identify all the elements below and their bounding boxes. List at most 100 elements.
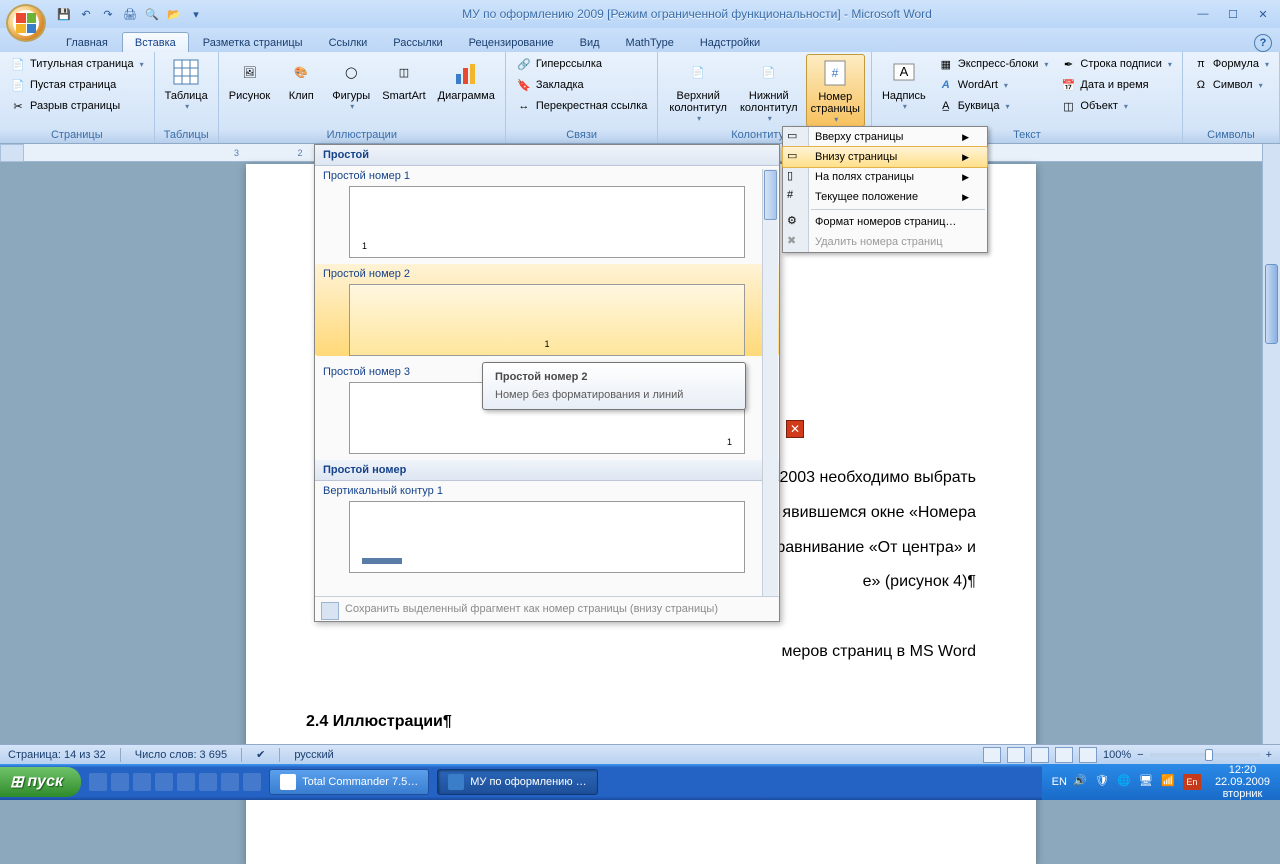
picture-button[interactable]: 🖼Рисунок xyxy=(225,54,275,104)
gallery-scroll-thumb[interactable] xyxy=(764,170,777,220)
tab-mailings[interactable]: Рассылки xyxy=(381,33,454,52)
smartart-icon: ◫ xyxy=(388,56,420,88)
page-number-button[interactable]: #Номер страницы▾ xyxy=(806,54,865,127)
vertical-scrollbar[interactable] xyxy=(1262,144,1280,744)
close-button[interactable]: ✕ xyxy=(1250,6,1276,22)
tray-icon-1[interactable]: 🔊 xyxy=(1073,774,1089,790)
ql-icon-8[interactable] xyxy=(243,773,261,791)
chart-button[interactable]: Диаграмма xyxy=(434,54,499,104)
shapes-button[interactable]: ◯Фигуры▾ xyxy=(328,54,374,113)
preview-icon[interactable]: 🔍 xyxy=(144,6,160,22)
view-print-layout-button[interactable] xyxy=(983,747,1001,763)
view-web-button[interactable] xyxy=(1031,747,1049,763)
footer-button[interactable]: 📄Нижний колонтитул▾ xyxy=(736,54,802,125)
tab-addins[interactable]: Надстройки xyxy=(688,33,772,52)
menu-bottom-of-page[interactable]: ▭Внизу страницы▶ xyxy=(782,146,988,168)
ql-icon-4[interactable] xyxy=(155,773,173,791)
help-button[interactable]: ? xyxy=(1254,34,1272,52)
tab-references[interactable]: Ссылки xyxy=(317,33,380,52)
cover-page-button[interactable]: 📄Титульная страница▾ xyxy=(6,54,148,74)
save-icon[interactable]: 💾 xyxy=(56,6,72,22)
ruler-corner[interactable] xyxy=(0,144,24,162)
tab-home[interactable]: Главная xyxy=(54,33,120,52)
gallery-item-vertical-1[interactable]: Вертикальный контур 1 xyxy=(315,481,779,573)
tab-review[interactable]: Рецензирование xyxy=(457,33,566,52)
table-button[interactable]: Таблица▾ xyxy=(161,54,212,113)
open-icon[interactable]: 📂 xyxy=(166,6,182,22)
page-bottom-icon: ▭ xyxy=(787,149,805,165)
crossref-button[interactable]: ↔Перекрестная ссылка xyxy=(512,96,652,116)
zoom-in-button[interactable]: + xyxy=(1266,749,1272,761)
tray-icon-4[interactable]: 🖥 xyxy=(1139,774,1155,790)
view-outline-button[interactable] xyxy=(1055,747,1073,763)
bookmark-button[interactable]: 🔖Закладка xyxy=(512,75,652,95)
gallery-item-plain-2[interactable]: Простой номер 2 1 xyxy=(315,264,779,356)
gallery-scrollbar[interactable] xyxy=(762,169,778,597)
tray-icon-5[interactable]: 📶 xyxy=(1161,774,1177,790)
zoom-slider[interactable] xyxy=(1150,753,1260,757)
gallery-item-plain-1[interactable]: Простой номер 1 1 xyxy=(315,166,779,258)
view-draft-button[interactable] xyxy=(1079,747,1097,763)
minimize-button[interactable]: — xyxy=(1190,6,1216,22)
header-button[interactable]: 📄Верхний колонтитул▾ xyxy=(664,54,732,125)
status-page[interactable]: Страница: 14 из 32 xyxy=(8,749,106,761)
zoom-out-button[interactable]: − xyxy=(1137,749,1143,761)
blank-page-button[interactable]: 📄Пустая страница xyxy=(6,75,148,95)
ql-icon-5[interactable] xyxy=(177,773,195,791)
view-fullscreen-button[interactable] xyxy=(1007,747,1025,763)
status-language[interactable]: русский xyxy=(294,749,333,761)
qat-more-icon[interactable]: ▾ xyxy=(188,6,204,22)
menu-page-margins[interactable]: ▯На полях страницы▶ xyxy=(783,167,987,187)
hyperlink-button[interactable]: 🔗Гиперссылка xyxy=(512,54,652,74)
page-break-button[interactable]: ✂Разрыв страницы xyxy=(6,96,148,116)
office-button[interactable] xyxy=(6,4,46,42)
signature-line-button[interactable]: ✒Строка подписи▾ xyxy=(1056,54,1175,74)
tab-mathtype[interactable]: MathType xyxy=(614,33,686,52)
symbol-button[interactable]: ΩСимвол▾ xyxy=(1189,75,1273,95)
wordart-icon: A xyxy=(938,77,954,93)
zoom-slider-handle[interactable] xyxy=(1205,749,1213,761)
textbox-button[interactable]: AНадпись▾ xyxy=(878,54,930,113)
menu-current-position[interactable]: #Текущее положение▶ xyxy=(783,187,987,207)
ribbon-tabs: Главная Вставка Разметка страницы Ссылки… xyxy=(0,28,1280,52)
tab-insert[interactable]: Вставка xyxy=(122,32,189,52)
ql-icon-7[interactable] xyxy=(221,773,239,791)
ql-icon-6[interactable] xyxy=(199,773,217,791)
start-button[interactable]: ⊞пуск xyxy=(0,767,81,797)
tray-lang-text[interactable]: EN xyxy=(1052,776,1067,788)
shapes-icon: ◯ xyxy=(335,56,367,88)
tray-icon-3[interactable]: 🌐 xyxy=(1117,774,1133,790)
tray-lang-badge[interactable]: En xyxy=(1183,774,1201,790)
group-illustrations-label: Иллюстрации xyxy=(225,127,499,143)
object-button[interactable]: ◫Объект▾ xyxy=(1056,96,1175,116)
smartart-button[interactable]: ◫SmartArt xyxy=(378,54,429,104)
maximize-button[interactable]: ☐ xyxy=(1220,6,1246,22)
equation-button[interactable]: πФормула▾ xyxy=(1189,54,1273,74)
ql-icon-3[interactable] xyxy=(133,773,151,791)
print-icon[interactable]: 🖨 xyxy=(122,6,138,22)
quickparts-button[interactable]: ▦Экспресс-блоки▾ xyxy=(934,54,1053,74)
menu-format-page-numbers[interactable]: ⚙Формат номеров страниц… xyxy=(783,212,987,232)
taskbar-task-word[interactable]: МУ по оформлению … xyxy=(437,769,597,795)
scroll-thumb[interactable] xyxy=(1265,264,1278,344)
gallery-save-selection[interactable]: Сохранить выделенный фрагмент как номер … xyxy=(315,596,779,621)
tray-clock[interactable]: 12:20 22.09.2009 вторник xyxy=(1215,764,1270,800)
taskbar-task-totalcommander[interactable]: Total Commander 7.5… xyxy=(269,769,429,795)
menu-top-of-page[interactable]: ▭Вверху страницы▶ xyxy=(783,127,987,147)
tab-page-layout[interactable]: Разметка страницы xyxy=(191,33,315,52)
tab-view[interactable]: Вид xyxy=(568,33,612,52)
clipart-button[interactable]: 🎨Клип xyxy=(278,54,324,104)
undo-icon[interactable]: ↶ xyxy=(78,6,94,22)
tray-icon-2[interactable]: 🛡 xyxy=(1095,774,1111,790)
wordart-button[interactable]: AWordArt▾ xyxy=(934,75,1053,95)
ql-icon-2[interactable] xyxy=(111,773,129,791)
redo-icon[interactable]: ↷ xyxy=(100,6,116,22)
status-word-count[interactable]: Число слов: 3 695 xyxy=(135,749,227,761)
ql-icon-1[interactable] xyxy=(89,773,107,791)
datetime-button[interactable]: 📅Дата и время xyxy=(1056,75,1175,95)
zoom-level[interactable]: 100% xyxy=(1103,749,1131,761)
current-pos-icon: # xyxy=(787,189,805,205)
status-spellcheck-icon[interactable]: ✔ xyxy=(256,748,265,761)
embedded-frame-close-button[interactable]: ✕ xyxy=(786,420,804,438)
dropcap-button[interactable]: A̲Буквица▾ xyxy=(934,96,1053,116)
